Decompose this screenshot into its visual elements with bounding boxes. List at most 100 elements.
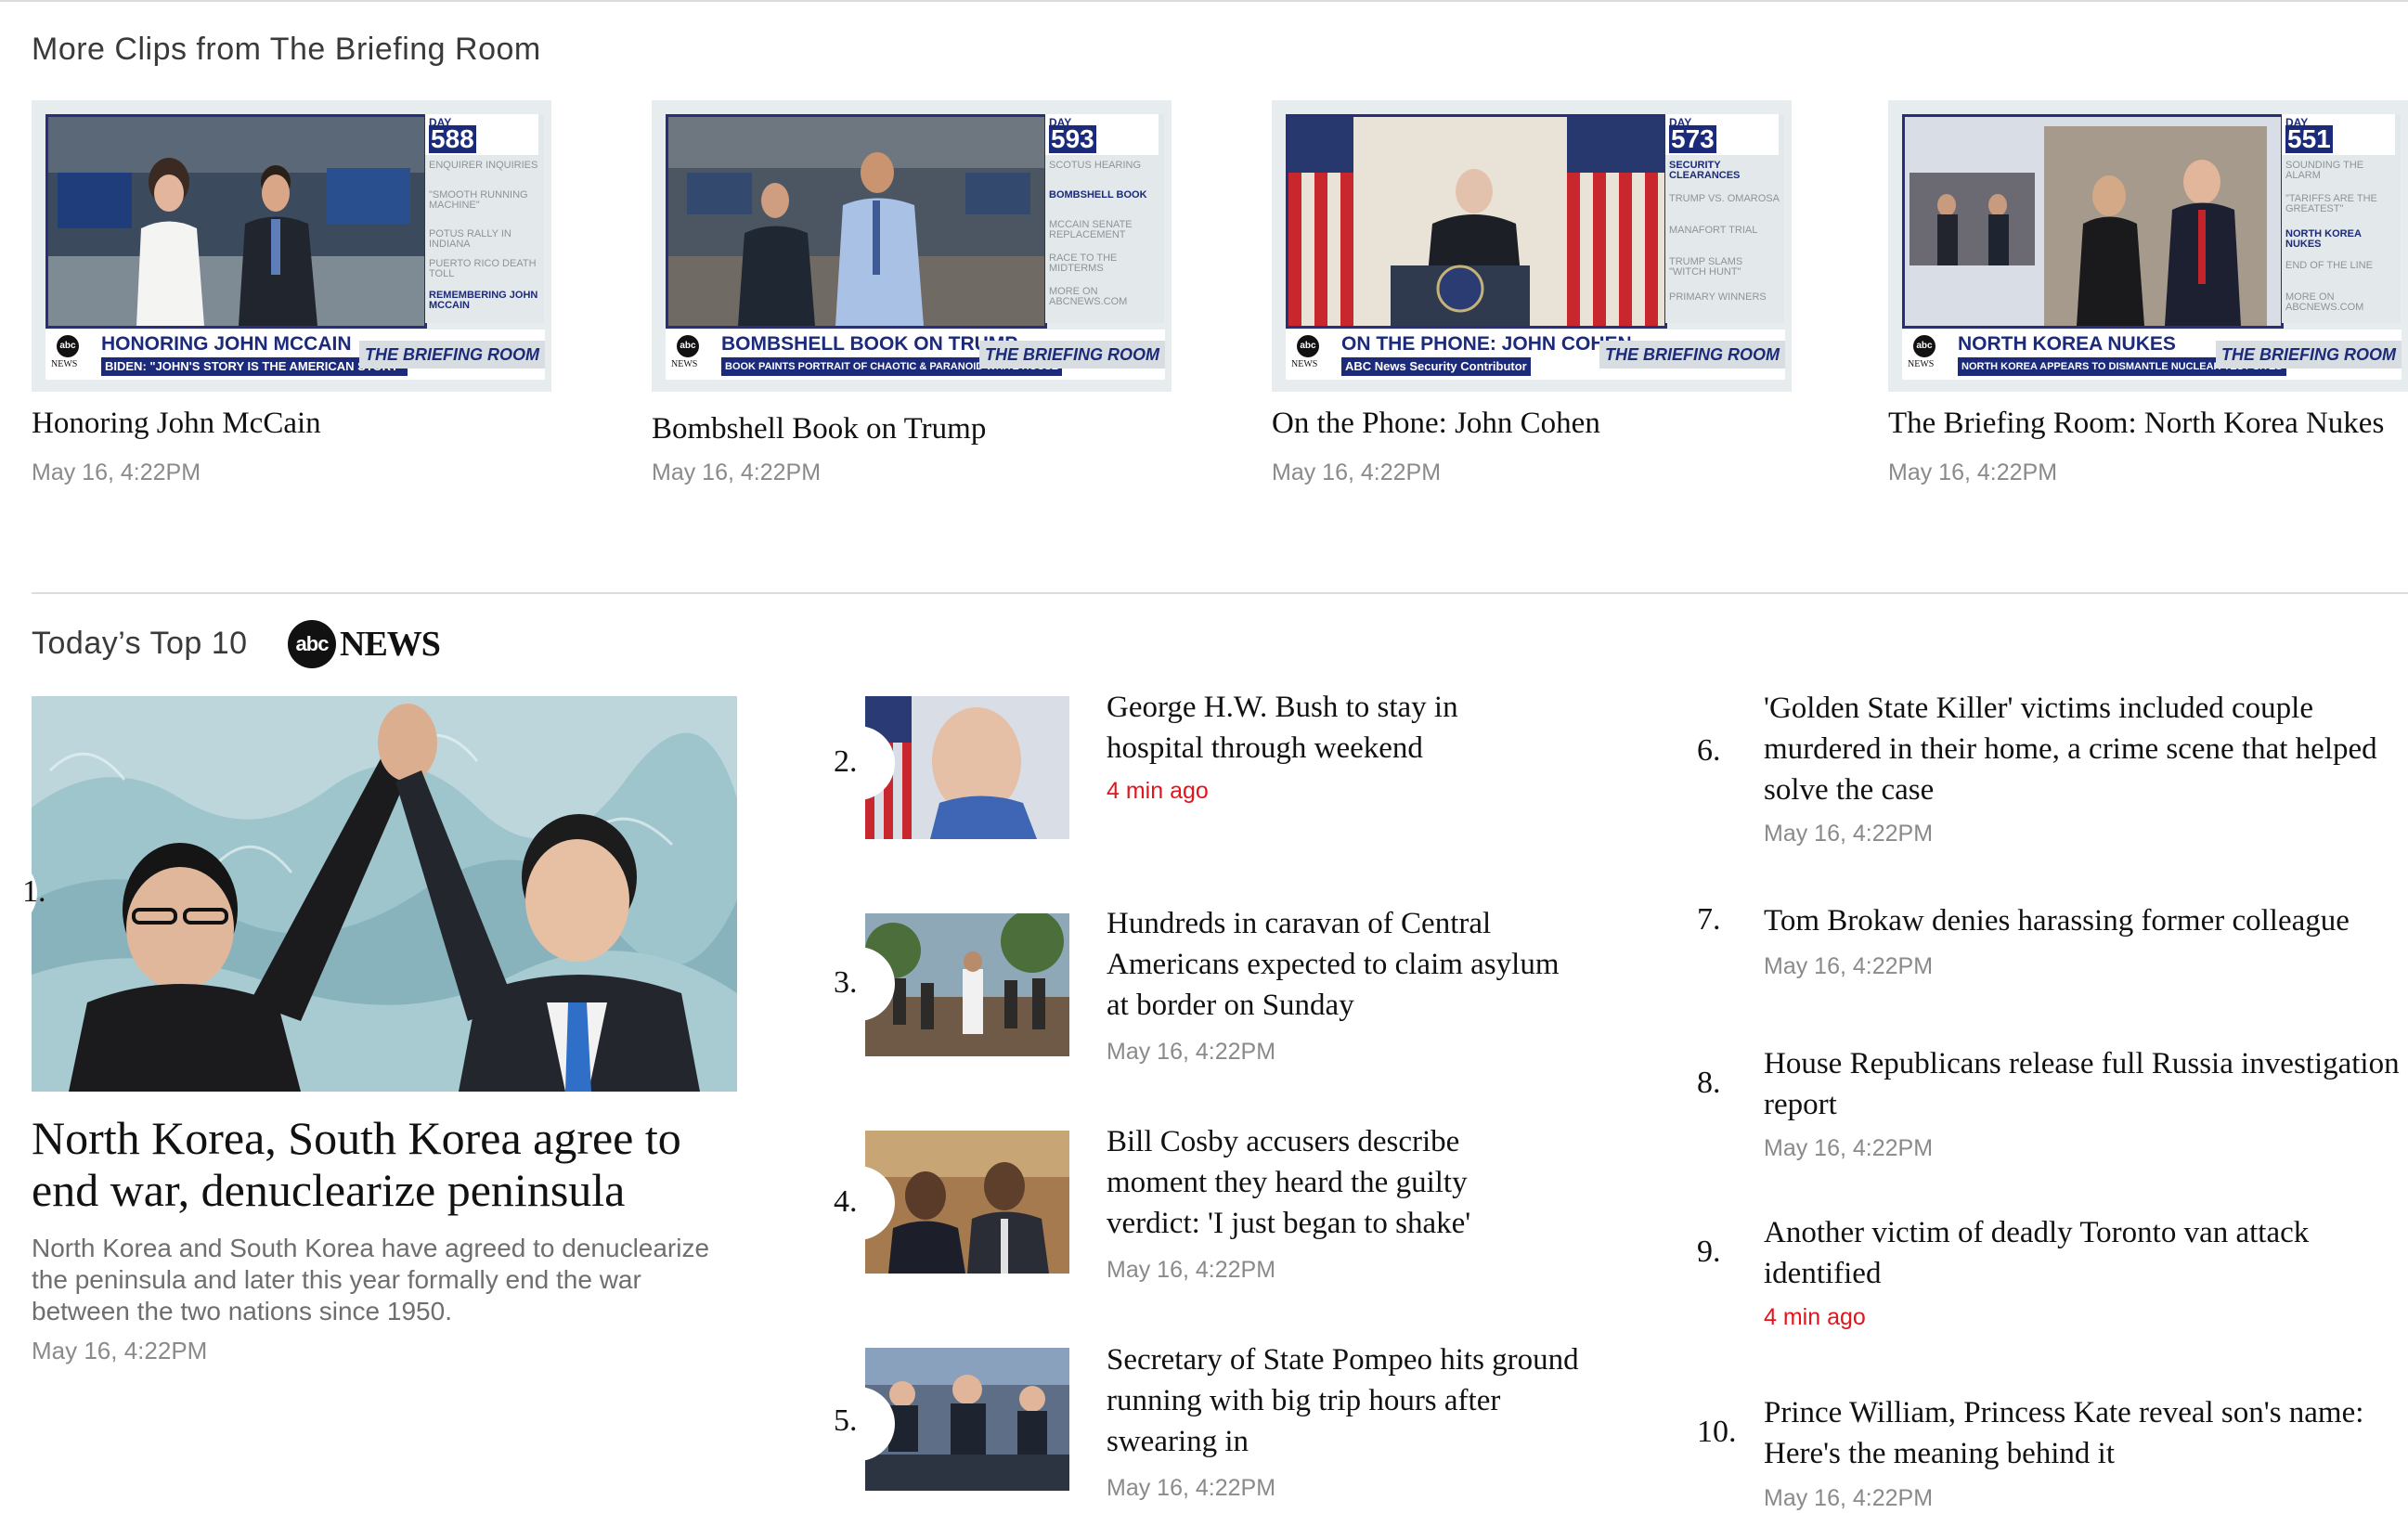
- side-topic-active: REMEMBERING JOHN MCCAIN: [429, 290, 538, 311]
- rank-number: 7.: [1697, 902, 1721, 937]
- clip-card[interactable]: DAY 593 SCOTUS HEARING BOMBSHELL BOOK MC…: [652, 100, 1172, 490]
- lower-third-subhead: ABC News Security Contributor: [1341, 357, 1531, 376]
- side-topic: SCOTUS HEARING: [1049, 160, 1142, 171]
- side-topic: MCCAIN SENATE REPLACEMENT: [1049, 219, 1133, 240]
- side-topic: RACE TO THE MIDTERMS: [1049, 252, 1118, 274]
- clip-thumbnail[interactable]: DAY 551 SOUNDING THE ALARM "TARIFFS ARE …: [1888, 100, 2408, 392]
- side-topic: TRUMP VS. OMAROSA: [1669, 193, 1780, 204]
- lower-third-banner: abc NEWS NORTH KOREA NUKES NORTH KOREA AP…: [1902, 330, 2402, 380]
- briefing-room-brand: THE BRIEFING ROOM: [359, 341, 545, 369]
- rank-number: 2.: [834, 744, 858, 779]
- newsroom-scene-image: [668, 117, 1044, 326]
- side-topic: "TARIFFS ARE THE GREATEST": [2285, 193, 2377, 214]
- section-divider: [32, 592, 2408, 594]
- side-topic: ENQUIRER INQUIRIES: [429, 160, 538, 171]
- rank-number: 10.: [1697, 1415, 1737, 1449]
- clip-video-frame: [45, 114, 427, 329]
- rank-badge: [821, 726, 895, 800]
- clip-timestamp: May 16, 4:22PM: [32, 459, 201, 485]
- clip-thumbnail[interactable]: DAY 588 ENQUIRER INQUIRIES "SMOOTH RUNNI…: [32, 100, 551, 392]
- caravan-image: [865, 913, 1069, 1056]
- cosby-court-image: [865, 1131, 1069, 1274]
- day-counter: DAY 573: [1665, 114, 1779, 155]
- clip-topic-sidebar: DAY 551 SOUNDING THE ALARM "TARIFFS ARE …: [2282, 114, 2401, 323]
- abc-news-logo-icon: abc NEWS: [1906, 333, 1943, 374]
- hero-timestamp: May 16, 4:22PM: [32, 1337, 208, 1364]
- story-headline[interactable]: Another victim of deadly Toronto van att…: [1764, 1212, 2404, 1294]
- lower-third-headline: BOMBSHELL BOOK ON TRUMP: [721, 333, 1018, 355]
- story-headline[interactable]: House Republicans release full Russia in…: [1764, 1043, 2404, 1125]
- abc-news-logo[interactable]: abc NEWS: [288, 618, 446, 670]
- clip-thumbnail[interactable]: DAY 593 SCOTUS HEARING BOMBSHELL BOOK MC…: [652, 100, 1172, 392]
- abc-circle-icon: abc: [288, 620, 336, 668]
- clip-title[interactable]: Bombshell Book on Trump: [652, 412, 986, 446]
- rank-number: 3.: [834, 965, 858, 1000]
- lower-third-banner: abc NEWS ON THE PHONE: JOHN COHEN ABC New…: [1286, 330, 1785, 380]
- press-briefing-scene-image: [1288, 117, 1664, 326]
- side-topic: TRUMP SLAMS "WITCH HUNT": [1669, 256, 1743, 278]
- clips-section-title: More Clips from The Briefing Room: [32, 32, 541, 67]
- story-thumbnail[interactable]: [865, 1131, 1069, 1274]
- clip-timestamp: May 16, 4:22PM: [1272, 459, 1442, 485]
- hero-description: North Korea and South Korea have agreed …: [32, 1234, 710, 1325]
- rank-number: 6.: [1697, 733, 1721, 768]
- lower-third-banner: abc NEWS BOMBSHELL BOOK ON TRUMP BOOK PAI…: [666, 330, 1165, 380]
- side-topic: MANAFORT TRIAL: [1669, 225, 1758, 236]
- story-timestamp: May 16, 4:22PM: [1107, 1039, 1276, 1065]
- side-topic: SOUNDING THE ALARM: [2285, 160, 2364, 181]
- story-thumbnail[interactable]: [865, 913, 1069, 1056]
- story-timestamp: 4 min ago: [1107, 778, 1209, 804]
- clip-timestamp: May 16, 4:22PM: [1888, 459, 2058, 485]
- story-timestamp: May 16, 4:22PM: [1764, 821, 1934, 847]
- clip-card[interactable]: DAY 551 SOUNDING THE ALARM "TARIFFS ARE …: [1888, 100, 2408, 490]
- story-headline[interactable]: Bill Cosby accusers describe moment they…: [1107, 1121, 1561, 1244]
- hero-headline[interactable]: North Korea, South Korea agree to end wa…: [32, 1112, 737, 1216]
- clip-card[interactable]: DAY 573 SECURITY CLEARANCES TRUMP VS. OM…: [1272, 100, 1792, 490]
- clip-video-frame: [666, 114, 1047, 329]
- bush-portrait-image: [865, 696, 1069, 839]
- clip-title[interactable]: The Briefing Room: North Korea Nukes: [1888, 407, 2384, 441]
- top10-section-title: Today’s Top 10: [32, 626, 248, 661]
- lower-third-headline: NORTH KOREA NUKES: [1958, 333, 2176, 355]
- clip-thumbnail[interactable]: DAY 573 SECURITY CLEARANCES TRUMP VS. OM…: [1272, 100, 1792, 392]
- abc-news-logo-icon: abc NEWS: [49, 333, 86, 374]
- clip-topic-sidebar: DAY 588 ENQUIRER INQUIRIES "SMOOTH RUNNI…: [425, 114, 544, 323]
- story-timestamp: May 16, 4:22PM: [1107, 1475, 1276, 1501]
- story-headline[interactable]: 'Golden State Killer' victims included c…: [1764, 688, 2404, 810]
- story-timestamp: May 16, 4:22PM: [1764, 953, 1934, 979]
- clip-title[interactable]: Honoring John McCain: [32, 407, 321, 441]
- rank-badge: [821, 947, 895, 1021]
- newsroom-scene-image: [48, 117, 424, 326]
- clip-topic-sidebar: DAY 573 SECURITY CLEARANCES TRUMP VS. OM…: [1665, 114, 1784, 323]
- clip-card[interactable]: DAY 588 ENQUIRER INQUIRIES "SMOOTH RUNNI…: [32, 100, 551, 490]
- news-wordmark: NEWS: [340, 625, 441, 664]
- day-counter: DAY 593: [1045, 114, 1159, 155]
- story-headline[interactable]: Hundreds in caravan of Central Americans…: [1107, 903, 1561, 1026]
- story-headline[interactable]: Tom Brokaw denies harassing former colle…: [1764, 900, 2404, 941]
- side-topic: PUERTO RICO DEATH TOLL: [429, 258, 537, 279]
- story-headline[interactable]: George H.W. Bush to stay in hospital thr…: [1107, 687, 1561, 769]
- story-headline[interactable]: Prince William, Princess Kate reveal son…: [1764, 1392, 2404, 1474]
- story-thumbnail[interactable]: [865, 1348, 1069, 1491]
- side-topic: PRIMARY WINNERS: [1669, 291, 1767, 303]
- clip-topic-sidebar: DAY 593 SCOTUS HEARING BOMBSHELL BOOK MC…: [1045, 114, 1164, 323]
- day-number: 551: [2285, 124, 2333, 153]
- story-thumbnail[interactable]: [865, 696, 1069, 839]
- side-topic: "SMOOTH RUNNING MACHINE": [429, 189, 528, 211]
- hero-image[interactable]: [32, 696, 737, 1092]
- story-timestamp: May 16, 4:22PM: [1107, 1257, 1276, 1283]
- side-topic-active: NORTH KOREA NUKES: [2285, 228, 2362, 250]
- clip-title[interactable]: On the Phone: John Cohen: [1272, 407, 1600, 441]
- korea-summit-image: [32, 696, 737, 1092]
- side-topic: MORE ON ABCNEWS.COM: [2285, 291, 2364, 313]
- rank-badge: [821, 1166, 895, 1240]
- rank-number: 8.: [1697, 1066, 1721, 1100]
- story-headline[interactable]: Secretary of State Pompeo hits ground ru…: [1107, 1339, 1589, 1462]
- lower-third-headline: HONORING JOHN MCCAIN: [101, 333, 352, 355]
- day-number: 588: [429, 124, 476, 153]
- pompeo-meeting-image: [865, 1348, 1069, 1491]
- day-number: 593: [1049, 124, 1096, 153]
- abc-news-logo-icon: abc NEWS: [669, 333, 706, 374]
- story-timestamp: May 16, 4:22PM: [1764, 1135, 1934, 1161]
- briefing-room-brand: THE BRIEFING ROOM: [2216, 341, 2402, 369]
